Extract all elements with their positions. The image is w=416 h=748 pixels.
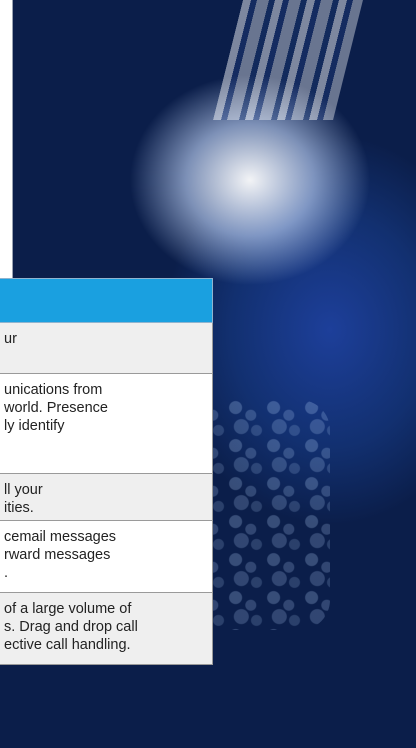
table-row: ll your ities. xyxy=(0,474,213,521)
table-row: cemail messages rward messages . xyxy=(0,521,213,593)
row-text: ities. xyxy=(4,500,34,516)
row-text: . xyxy=(4,565,9,581)
row-text: ective call handling. xyxy=(4,637,131,653)
row-text: cemail messages xyxy=(4,529,117,545)
row-text: of a large volume of xyxy=(4,601,132,617)
feature-table: ur unications from world. Presence ly id… xyxy=(0,278,213,665)
table-header xyxy=(0,278,213,323)
row-text: s. Drag and drop call xyxy=(4,619,138,635)
row-text: ll your xyxy=(4,482,43,498)
table-row: ur xyxy=(0,323,213,374)
row-text: ly identify xyxy=(4,418,65,434)
row-text: unications from xyxy=(4,382,103,398)
left-panel-edge xyxy=(0,0,13,278)
row-text: rward messages xyxy=(4,547,111,563)
row-text: ur xyxy=(4,331,17,347)
row-text: world. Presence xyxy=(4,400,108,416)
table-row: unications from world. Presence ly ident… xyxy=(0,374,213,474)
table-row: of a large volume of s. Drag and drop ca… xyxy=(0,593,213,665)
